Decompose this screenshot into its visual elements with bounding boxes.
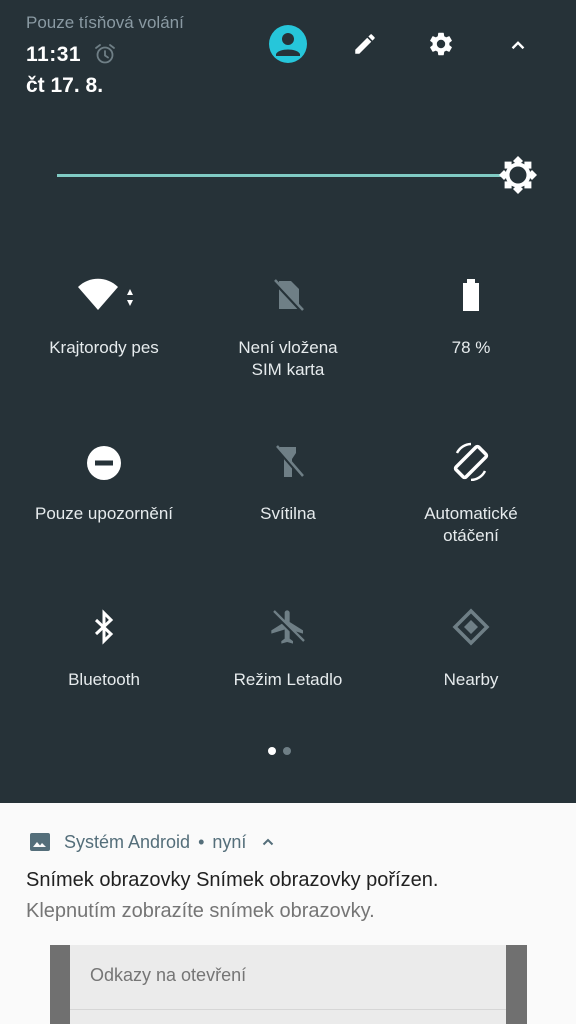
settings-icon: [427, 30, 455, 58]
notification-body: Klepnutím zobrazíte snímek obrazovky.: [26, 900, 375, 922]
divider: [50, 945, 70, 1024]
page-dot[interactable]: [283, 747, 291, 755]
edit-button[interactable]: [343, 22, 387, 66]
collapse-icon: [506, 32, 530, 56]
bluetooth-icon: [84, 607, 124, 647]
divider: [506, 945, 527, 1024]
clock[interactable]: 11:31: [26, 43, 81, 67]
edit-icon: [352, 31, 378, 57]
tile-battery[interactable]: 78 %: [375, 267, 567, 407]
quick-settings-panel: Pouze tísňová volání 11:31 čt 17. 8. Kra…: [0, 0, 576, 803]
divider: [70, 1009, 506, 1010]
tile-label: Krajtorody pes: [49, 338, 159, 357]
tile-label: Režim Letadlo: [233, 670, 343, 689]
no-sim-icon: [268, 275, 308, 315]
tile-label: Pouze upozornění: [35, 504, 173, 523]
account-icon: [268, 24, 308, 64]
date[interactable]: čt 17. 8.: [26, 74, 103, 98]
notification-separator: •: [198, 832, 205, 852]
tile-label: Bluetooth: [68, 670, 140, 689]
tile-label: 78 %: [451, 338, 491, 357]
tile-label: Nearby: [443, 670, 499, 689]
carrier-status-text: Pouze tísňová volání: [26, 13, 184, 32]
open-links-label: Odkazy na otevření: [90, 965, 247, 985]
tile-wifi[interactable]: Krajtorody pes: [8, 267, 200, 407]
tile-sim[interactable]: Není vložena SIM karta: [192, 267, 384, 407]
battery-icon: [451, 275, 491, 315]
page-dot-active[interactable]: [268, 747, 276, 755]
brightness-slider-track[interactable]: [57, 174, 502, 177]
account-button[interactable]: [266, 22, 310, 66]
tile-airplane-mode[interactable]: Režim Letadlo: [192, 599, 384, 739]
brightness-icon[interactable]: [497, 154, 539, 196]
notification-title: Snímek obrazovky Snímek obrazovky poříze…: [26, 869, 439, 891]
nearby-icon: [451, 607, 491, 647]
collapse-button[interactable]: [496, 22, 540, 66]
airplane-icon: [268, 607, 308, 647]
notification-time: nyní: [212, 832, 247, 852]
do-not-disturb-icon: [84, 441, 124, 481]
wifi-icon: [78, 275, 133, 315]
screenshot-notification[interactable]: Systém Android • nyní Snímek obrazovky S…: [0, 803, 576, 1024]
tile-do-not-disturb[interactable]: Pouze upozornění: [8, 433, 200, 573]
notification-header[interactable]: Systém Android • nyní: [64, 832, 246, 853]
tile-nearby[interactable]: Nearby: [375, 599, 567, 739]
tile-bluetooth[interactable]: Bluetooth: [8, 599, 200, 739]
tile-label: Není vložena SIM karta: [238, 338, 338, 379]
expand-chevron-icon[interactable]: [260, 834, 276, 850]
image-icon: [28, 830, 52, 854]
tile-label: Automatické otáčení: [424, 504, 518, 545]
alarm-icon: [93, 42, 117, 66]
tile-label: Svítilna: [260, 504, 316, 523]
notification-app-name: Systém Android: [64, 832, 191, 852]
settings-button[interactable]: [419, 22, 463, 66]
tile-auto-rotate[interactable]: Automatické otáčení: [375, 433, 567, 573]
flashlight-off-icon: [268, 441, 308, 481]
tile-flashlight[interactable]: Svítilna: [192, 433, 384, 573]
auto-rotate-icon: [451, 441, 491, 482]
